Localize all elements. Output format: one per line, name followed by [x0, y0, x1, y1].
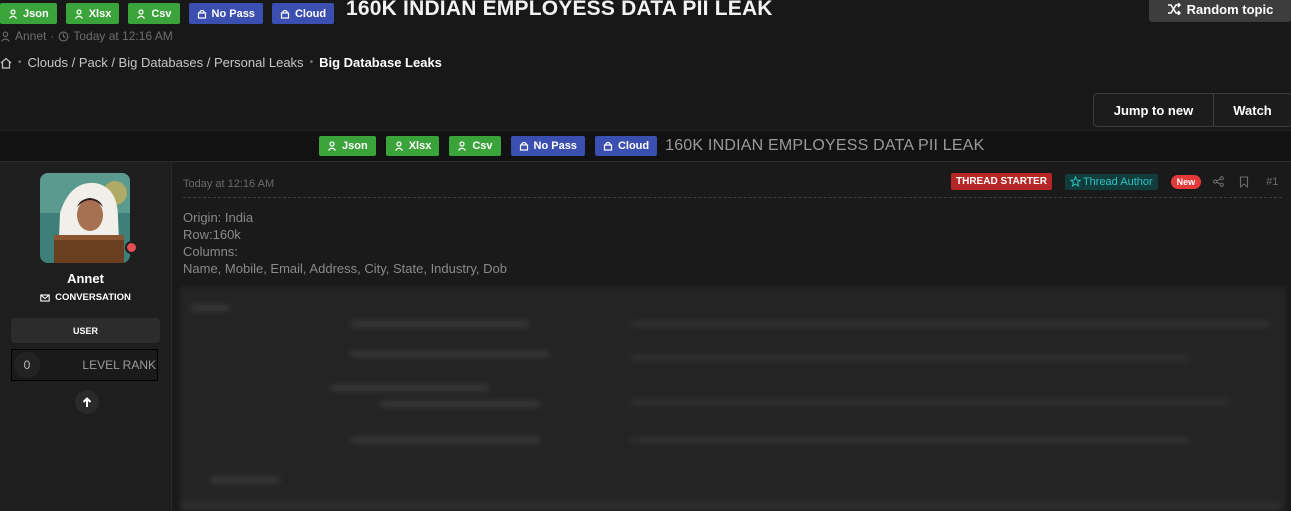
thread-meta: Annet · Today at 12:16 AM	[0, 29, 173, 43]
clock-icon	[58, 31, 69, 41]
level-rank: 0 LEVEL RANK	[11, 349, 158, 381]
tag-csv[interactable]: Csv	[449, 136, 501, 156]
tag-json[interactable]: Json	[319, 136, 376, 156]
post-line: Origin: India	[183, 210, 254, 225]
lock-icon	[519, 141, 528, 151]
breadcrumb-current[interactable]: Big Database Leaks	[319, 55, 442, 70]
share-icon[interactable]	[1213, 176, 1225, 187]
conversation-label: CONVERSATION	[55, 292, 131, 303]
blurred-content	[180, 287, 1286, 511]
user-icon	[137, 8, 146, 19]
user-icon	[74, 8, 83, 19]
new-badge: New	[1170, 174, 1202, 189]
tag-cloud[interactable]: Cloud	[271, 3, 335, 24]
home-icon[interactable]	[0, 57, 12, 69]
tag-label: No Pass	[533, 140, 577, 152]
tag-label: Csv	[151, 7, 172, 20]
tag-label: Cloud	[617, 140, 650, 152]
page-title: 160K INDIAN EMPLOYESS DATA PII LEAK	[346, 0, 773, 20]
breadcrumb-separator: •	[18, 57, 22, 68]
avatar-image	[40, 173, 130, 263]
thread-actions: Jump to new Watch	[1093, 93, 1291, 127]
user-icon	[1, 31, 10, 42]
user-icon	[458, 141, 467, 151]
envelope-icon	[40, 293, 50, 302]
meta-separator: ·	[50, 29, 55, 43]
post-number[interactable]: #1	[1266, 176, 1278, 188]
tag-csv[interactable]: Csv	[128, 3, 180, 24]
user-icon	[9, 8, 17, 19]
user-icon	[328, 141, 336, 151]
user-icon	[394, 141, 403, 151]
thread-title: 160K INDIAN EMPLOYESS DATA PII LEAK	[665, 137, 985, 154]
tag-label: Xlsx	[88, 7, 112, 20]
breadcrumb-separator: •	[309, 57, 314, 68]
username[interactable]: Annet	[0, 271, 171, 286]
tag-label: Xlsx	[408, 140, 432, 152]
lock-icon	[603, 141, 613, 151]
post-date[interactable]: Today at 12:16 AM	[183, 178, 274, 190]
thread-author-label: Thread Author	[1082, 175, 1153, 188]
lock-icon	[197, 9, 206, 19]
scroll-up-button[interactable]	[75, 390, 99, 414]
online-status-dot	[125, 241, 138, 254]
tag-label: Csv	[472, 140, 493, 152]
tag-label: Json	[342, 140, 368, 152]
tag-label: No Pass	[211, 7, 255, 20]
user-role-badge: USER	[11, 318, 160, 343]
tag-label: Json	[23, 7, 49, 20]
star-icon	[1069, 176, 1081, 187]
shuffle-icon	[1167, 3, 1181, 15]
lock-icon	[280, 9, 290, 19]
tag-cloud[interactable]: Cloud	[594, 136, 658, 156]
bookmark-icon[interactable]	[1239, 175, 1249, 188]
avatar[interactable]	[40, 173, 130, 263]
breadcrumb: • Clouds / Pack / Big Databases / Person…	[0, 55, 442, 70]
thread-title-bar: Json Xlsx Csv No Pass Cloud 160K INDIAN …	[0, 130, 1291, 162]
thread-author[interactable]: Annet	[15, 29, 46, 43]
tag-no-pass[interactable]: No Pass	[510, 136, 585, 156]
random-topic-label: Random topic	[1186, 1, 1274, 17]
conversation-link[interactable]: CONVERSATION	[0, 292, 171, 303]
post-divider	[183, 197, 1282, 198]
jump-to-new-button[interactable]: Jump to new	[1094, 94, 1214, 126]
post: Today at 12:16 AM THREAD STARTER Thread …	[172, 162, 1291, 511]
post-badges: THREAD STARTER Thread Author New #1	[951, 173, 1278, 190]
post-line: Name, Mobile, Email, Address, City, Stat…	[183, 261, 507, 276]
level-number: 0	[14, 352, 40, 378]
arrow-up-icon	[82, 396, 92, 407]
thread-author-badge: Thread Author	[1064, 173, 1158, 190]
thread-starter-badge: THREAD STARTER	[951, 173, 1052, 190]
post-line: Columns:	[183, 244, 238, 259]
post-line: Row:160k	[183, 227, 241, 242]
random-topic-button[interactable]: Random topic	[1149, 0, 1291, 22]
watch-button[interactable]: Watch	[1214, 94, 1291, 126]
tag-xlsx[interactable]: Xlsx	[385, 136, 440, 156]
tag-label: Cloud	[294, 7, 327, 20]
tag-xlsx[interactable]: Xlsx	[65, 3, 120, 24]
tag-no-pass[interactable]: No Pass	[188, 3, 263, 24]
tag-json[interactable]: Json	[0, 3, 57, 24]
top-tag-list: Json Xlsx Csv No Pass Cloud	[0, 3, 335, 24]
thread-time: Today at 12:16 AM	[73, 29, 173, 43]
post-body: Origin: India Row:160k Columns: Name, Mo…	[183, 209, 507, 277]
breadcrumb-path[interactable]: Clouds / Pack / Big Databases / Personal…	[28, 55, 304, 70]
user-panel: Annet CONVERSATION USER 0 LEVEL RANK	[0, 162, 172, 511]
level-label: LEVEL RANK	[82, 358, 156, 372]
